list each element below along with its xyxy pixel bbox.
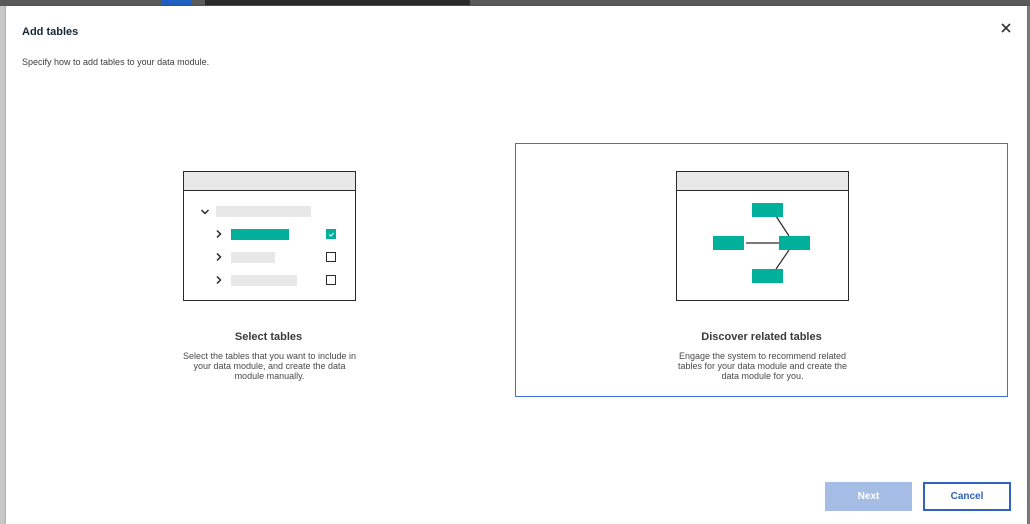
table-node [779, 236, 810, 250]
option-select-tables[interactable]: Select tables Select the tables that you… [22, 143, 515, 397]
select-tables-illustration [183, 171, 356, 301]
chevron-right-icon [216, 275, 222, 285]
chevron-down-icon [200, 209, 210, 215]
illustration-header [184, 172, 355, 191]
close-icon [1001, 23, 1011, 33]
table-node [752, 203, 783, 217]
chevron-right-icon [216, 229, 222, 239]
cancel-button[interactable]: Cancel [923, 482, 1011, 511]
close-button[interactable] [998, 20, 1014, 36]
background-app-title [205, 0, 470, 5]
option-discover-related-tables[interactable]: Discover related tables Engage the syste… [515, 143, 1008, 397]
table-node [713, 236, 744, 250]
tree-item-placeholder [231, 252, 275, 263]
table-node [752, 269, 783, 283]
next-button[interactable]: Next [825, 482, 912, 511]
tree-item-placeholder [231, 275, 297, 286]
chevron-right-icon [216, 252, 222, 262]
discover-tables-illustration [676, 171, 849, 301]
checkbox-empty-icon [326, 252, 336, 262]
checkbox-checked-icon [326, 229, 336, 239]
option-title: Discover related tables [701, 331, 822, 343]
tree-item-selected [231, 229, 289, 240]
checkbox-empty-icon [326, 275, 336, 285]
option-title: Select tables [234, 331, 303, 343]
option-description: Engage the system to recommend related t… [677, 351, 848, 381]
dialog-title: Add tables [22, 26, 79, 38]
tree-root-placeholder [216, 206, 311, 217]
add-tables-dialog: Add tables Specify how to add tables to … [6, 6, 1027, 524]
option-description: Select the tables that you want to inclu… [182, 351, 357, 381]
background-app-logo [162, 0, 192, 5]
dialog-subtitle: Specify how to add tables to your data m… [22, 57, 210, 67]
